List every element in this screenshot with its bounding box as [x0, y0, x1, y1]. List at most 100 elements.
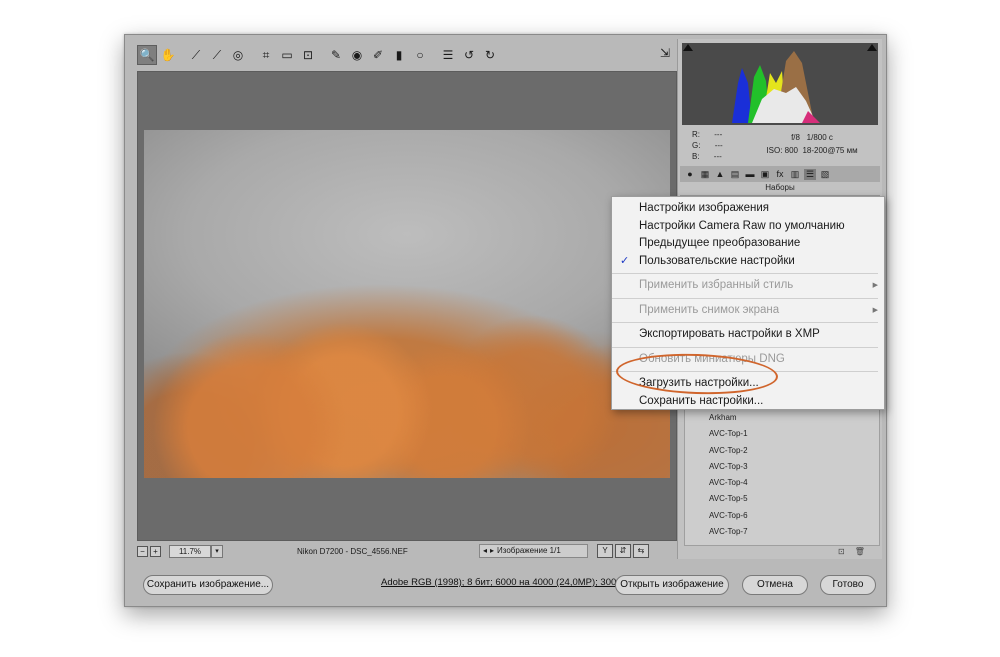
save-image-button[interactable]: Сохранить изображение... — [143, 575, 273, 595]
menu-item-label: Применить избранный стиль — [639, 279, 794, 291]
transform-icon[interactable]: ⊡ — [298, 45, 318, 65]
open-image-button[interactable]: Открыть изображение — [615, 575, 729, 595]
effects-tab-icon[interactable]: fx — [774, 169, 786, 179]
zoom-tool-icon[interactable]: 🔍 — [137, 45, 157, 65]
crop-icon[interactable]: ⌗ — [256, 45, 276, 65]
menu-item: Применить избранный стиль ▶ — [612, 277, 884, 295]
preset-item[interactable]: AVC-Top-4 — [685, 475, 879, 491]
image-navigator: ◂ ▸ Изображение 1/1 — [479, 544, 588, 558]
histogram-graph — [732, 51, 820, 123]
zoom-out-button[interactable]: − — [137, 545, 148, 557]
menu-item[interactable]: Сохранить настройки... — [612, 393, 884, 411]
red-eye-icon[interactable]: ◉ — [347, 45, 367, 65]
view-toggles: Y ⇵ ⇆ — [597, 544, 649, 558]
image-preview[interactable] — [137, 71, 677, 541]
menu-item[interactable]: Настройки Camera Raw по умолчанию — [612, 218, 884, 236]
previous-image-icon[interactable]: ◂ — [483, 545, 487, 557]
iso: ISO: 800 — [766, 146, 798, 155]
exposure-info: f/8 1/800 с ISO: 800 18-200@75 мм — [762, 131, 862, 157]
lens-tab-icon[interactable]: ▣ — [759, 169, 771, 180]
menu-item-label: Предыдущее преобразование — [639, 237, 801, 249]
menu-item: Обновить миниатюры DNG — [612, 351, 884, 369]
menu-item[interactable]: ✓ Пользовательские настройки — [612, 253, 884, 271]
detail-tab-icon[interactable]: ▲ — [714, 169, 726, 179]
menu-item-label: Обновить миниатюры DNG — [639, 352, 785, 365]
split-toning-tab-icon[interactable]: ▬ — [744, 169, 756, 179]
menu-separator — [612, 322, 878, 323]
image-counter: Изображение 1/1 — [497, 546, 561, 555]
hand-tool-icon[interactable]: ✋ — [158, 45, 178, 65]
menu-item-label: Применить снимок экрана — [639, 303, 780, 316]
basic-tab-icon[interactable]: ● — [684, 169, 696, 179]
next-image-icon[interactable]: ▸ — [490, 545, 494, 557]
filter-icon[interactable]: Y — [597, 544, 613, 558]
preset-item[interactable]: AVC-Top-1 — [685, 426, 879, 442]
preferences-icon[interactable]: ☰ — [438, 45, 458, 65]
g-value: --- — [714, 141, 723, 150]
presets-footer: ⊡ 🗑 — [838, 547, 865, 556]
radial-filter-icon[interactable]: ○ — [410, 45, 430, 65]
straighten-icon[interactable]: ▭ — [277, 45, 297, 65]
presets-title: Наборы — [680, 183, 880, 196]
highlight-clipping-icon[interactable] — [867, 44, 877, 51]
menu-item[interactable]: Предыдущее преобразование — [612, 235, 884, 253]
adjustment-brush-icon[interactable]: ✐ — [368, 45, 388, 65]
b-label: B: — [692, 152, 700, 161]
camera-calibration-tab-icon[interactable]: ▥ — [789, 169, 801, 180]
before-after-icon[interactable]: ⇵ — [615, 544, 631, 558]
preset-item[interactable]: AVC-Top-6 — [685, 508, 879, 524]
zoom-level[interactable]: 11.7% — [169, 544, 211, 558]
aperture: f/8 — [791, 133, 800, 142]
presets-tab-icon[interactable]: ☰ — [804, 168, 816, 180]
lens: 18-200@75 мм — [802, 146, 858, 155]
rotate-left-icon[interactable]: ↺ — [459, 45, 479, 65]
done-button[interactable]: Готово — [820, 575, 876, 595]
file-name: Nikon D7200 - DSC_4556.NEF — [297, 546, 408, 556]
tone-curve-tab-icon[interactable]: ▦ — [699, 169, 711, 180]
workflow-options-link[interactable]: Adobe RGB (1998); 8 бит; 6000 на 4000 (2… — [381, 577, 632, 588]
menu-item-label: Пользовательские настройки — [639, 254, 795, 267]
settings-dropdown-menu: Настройки изображения Настройки Camera Ra… — [611, 196, 885, 410]
preview-status-bar: − + 11.7% ▾ Nikon D7200 - DSC_4556.NEF ◂… — [137, 542, 675, 560]
menu-item-label: Сохранить настройки... — [639, 394, 764, 407]
trash-icon[interactable]: 🗑 — [855, 547, 865, 556]
menu-item-label: Загрузить настройки... — [639, 377, 759, 389]
menu-item[interactable]: Загрузить настройки... — [612, 375, 884, 393]
targeted-adjustment-icon[interactable]: ◎ — [228, 45, 248, 65]
graduated-filter-icon[interactable]: ▮ — [389, 45, 409, 65]
toolbar: 🔍 ✋ ⟋ ⟋ ◎ ⌗ ▭ ⊡ ✎ ◉ ✐ ▮ ○ ☰ ↺ ↻ — [137, 43, 673, 67]
open-preferences-icon[interactable]: ⇲ — [655, 43, 675, 63]
preset-item[interactable]: Arkham — [685, 410, 879, 426]
menu-separator — [612, 346, 878, 348]
cancel-button[interactable]: Отмена — [742, 575, 808, 595]
new-preset-icon[interactable]: ⊡ — [838, 547, 845, 556]
spot-removal-icon[interactable]: ✎ — [326, 45, 346, 65]
zoom-in-button[interactable]: + — [150, 545, 161, 557]
menu-separator — [612, 371, 878, 372]
rotate-right-icon[interactable]: ↻ — [480, 45, 500, 65]
b-value: --- — [713, 152, 722, 161]
swap-icon[interactable]: ⇆ — [633, 544, 649, 558]
shutter-speed: 1/800 с — [806, 133, 833, 142]
g-label: G: — [692, 141, 701, 150]
preset-item[interactable]: AVC-Top-5 — [685, 491, 879, 507]
menu-item[interactable]: Экспортировать настройки в XMP — [612, 326, 884, 344]
submenu-arrow-icon: ▶ — [872, 306, 878, 314]
rgb-readout: R: --- G: --- B: --- — [692, 129, 723, 162]
preset-item[interactable]: AVC-Top-7 — [685, 524, 879, 540]
r-value: --- — [714, 130, 723, 139]
r-label: R: — [692, 130, 700, 139]
presets-list: Arkham AVC-Top-1 AVC-Top-2 AVC-Top-3 AVC-Top… — [684, 409, 880, 546]
preset-item[interactable]: AVC-Top-2 — [685, 443, 879, 459]
hsl-tab-icon[interactable]: ▤ — [729, 169, 741, 180]
snapshots-tab-icon[interactable]: ▧ — [819, 169, 831, 180]
menu-item: Применить снимок экрана ▶ — [612, 302, 884, 320]
color-sampler-icon[interactable]: ⟋ — [207, 45, 227, 65]
chevron-down-icon[interactable]: ▾ — [211, 544, 223, 558]
menu-item[interactable]: Настройки изображения — [612, 200, 884, 218]
photo — [144, 130, 670, 478]
panel-tabs: ● ▦ ▲ ▤ ▬ ▣ fx ▥ ☰ ▧ — [680, 166, 880, 182]
white-balance-icon[interactable]: ⟋ — [186, 45, 206, 65]
preset-item[interactable]: AVC-Top-3 — [685, 459, 879, 475]
shadow-clipping-icon[interactable] — [683, 44, 693, 51]
